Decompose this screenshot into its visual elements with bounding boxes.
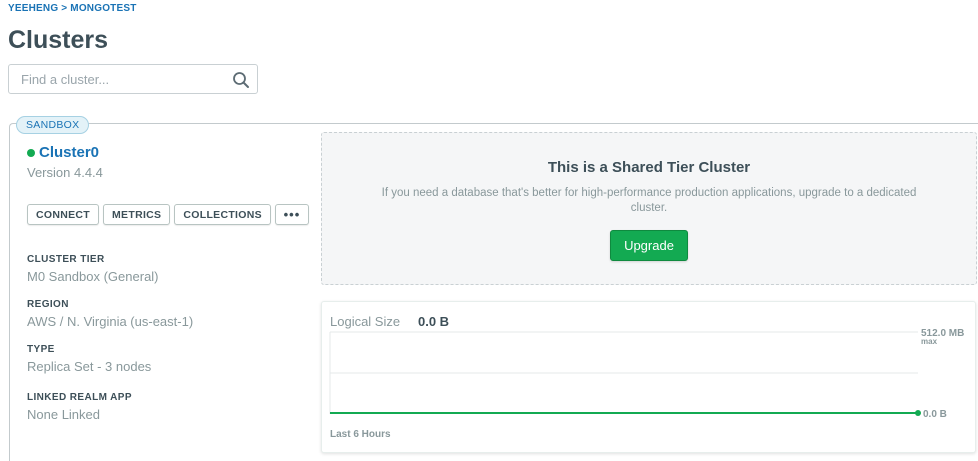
cluster-summary: Cluster0 Version 4.4.4 CONNECT METRICS C… [10, 124, 313, 461]
cluster-name-row: Cluster0 [27, 144, 99, 161]
chart-series-end-point [915, 410, 921, 416]
search-input[interactable] [9, 65, 229, 93]
cluster-name-link[interactable]: Cluster0 [39, 144, 99, 161]
chart-time-range: Last 6 Hours [330, 429, 391, 440]
more-options-button[interactable]: ••• [274, 204, 309, 225]
search-icon[interactable] [232, 71, 250, 89]
chart-plot: 512.0 MB max 0.0 B [329, 328, 964, 420]
page-title: Clusters [8, 26, 109, 54]
metrics-button[interactable]: METRICS [103, 204, 171, 225]
info-label: CLUSTER TIER [27, 254, 105, 265]
info-label: REGION [27, 299, 69, 310]
type-info: TYPE Replica Set - 3 nodes [27, 344, 151, 374]
info-value: None Linked [27, 407, 100, 422]
shared-tier-title: This is a Shared Tier Cluster [547, 159, 751, 176]
connect-button[interactable]: CONNECT [27, 204, 100, 225]
shared-tier-description: If you need a database that's better for… [381, 187, 917, 214]
collections-button[interactable]: COLLECTIONS [174, 204, 271, 225]
info-value: Replica Set - 3 nodes [27, 359, 152, 374]
region-info: REGION AWS / N. Virginia (us-east-1) [27, 299, 193, 329]
logical-size-chart[interactable]: Logical Size 0.0 B 512.0 MB max 0.0 B La… [321, 301, 976, 453]
breadcrumb[interactable]: YEEHENG > MONGOTEST [8, 3, 137, 14]
status-dot-icon [27, 148, 35, 157]
upgrade-button[interactable]: Upgrade [610, 230, 688, 261]
max-caption-label: max [921, 337, 938, 346]
search-box [8, 64, 258, 94]
info-label: TYPE [27, 344, 55, 355]
info-value: M0 Sandbox (General) [27, 269, 159, 284]
cluster-version: Version 4.4.4 [27, 165, 103, 180]
cluster-tier-info: CLUSTER TIER M0 Sandbox (General) [27, 254, 159, 284]
sandbox-badge: SANDBOX [16, 116, 90, 134]
info-label: LINKED REALM APP [27, 392, 132, 403]
info-value: AWS / N. Virginia (us-east-1) [27, 314, 194, 329]
current-value-label: 0.0 B [923, 409, 947, 420]
cluster-card: Cluster0 Version 4.4.4 CONNECT METRICS C… [9, 123, 978, 461]
cluster-actions: CONNECT METRICS COLLECTIONS ••• [27, 204, 313, 225]
shared-tier-panel: This is a Shared Tier Cluster If you nee… [321, 132, 977, 285]
linked-realm-app-info: LINKED REALM APP None Linked [27, 392, 132, 422]
